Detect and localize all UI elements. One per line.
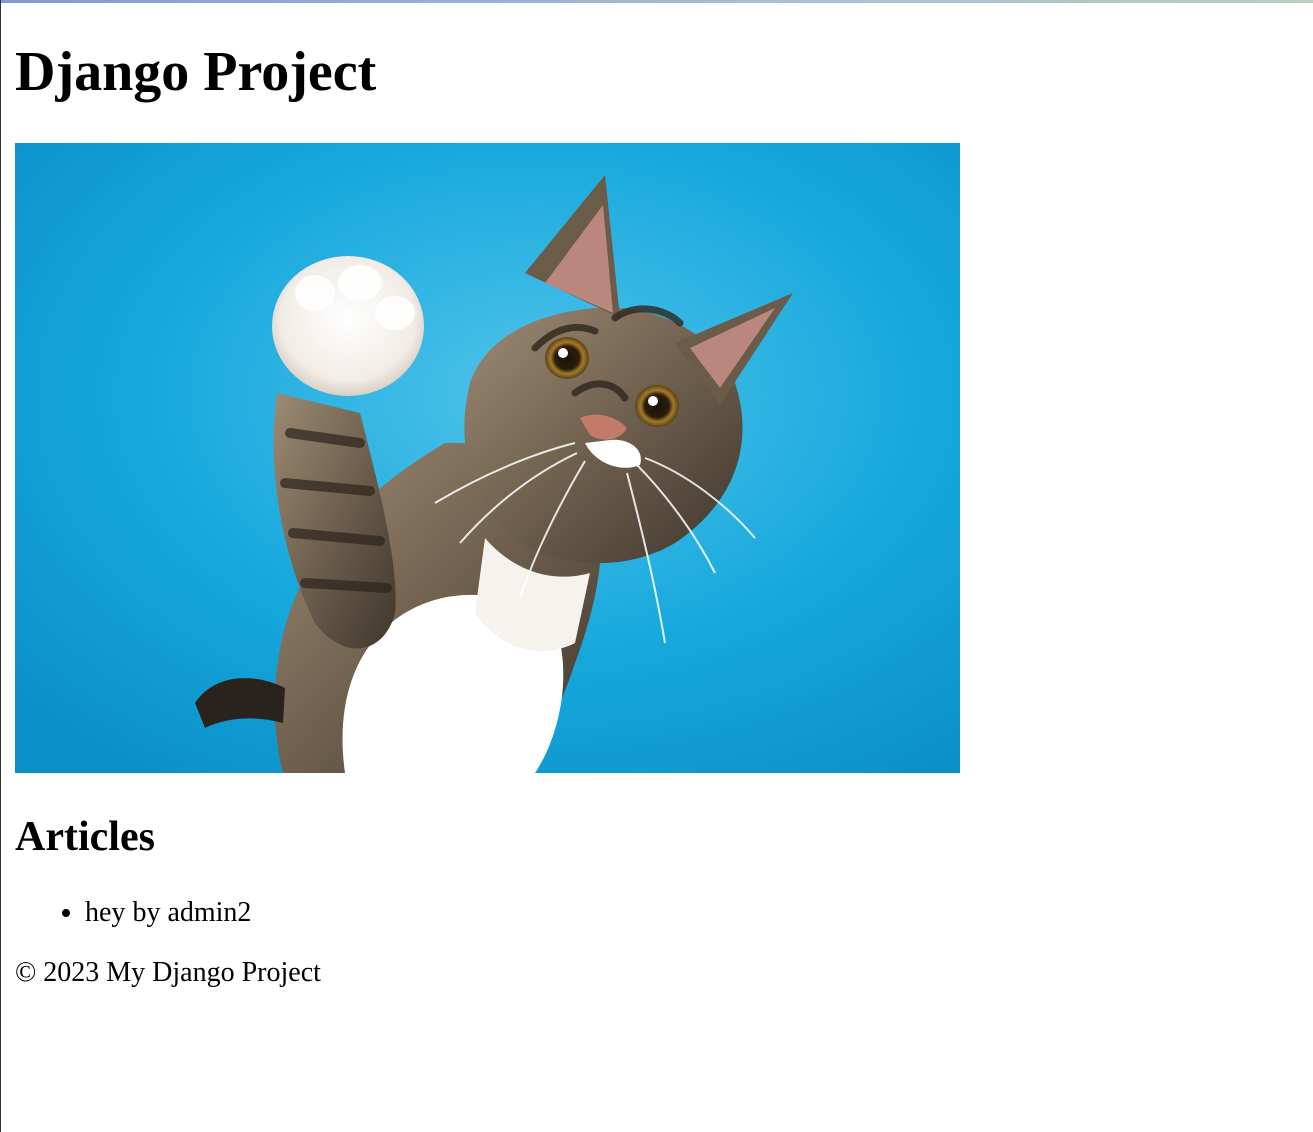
page-title: Django Project [15,41,377,103]
article-title: hey [85,897,126,928]
window-left-edge [0,0,1,1132]
window-top-strip [0,0,1313,3]
hero-cat-image [15,143,960,773]
site-footer: © 2023 My Django Project [15,957,321,988]
articles-heading: Articles [15,814,155,860]
article-author: admin2 [167,897,252,928]
article-by-label: by [132,897,161,928]
article-list: hey by admin2 [15,896,251,930]
list-item: hey by admin2 [85,896,251,930]
